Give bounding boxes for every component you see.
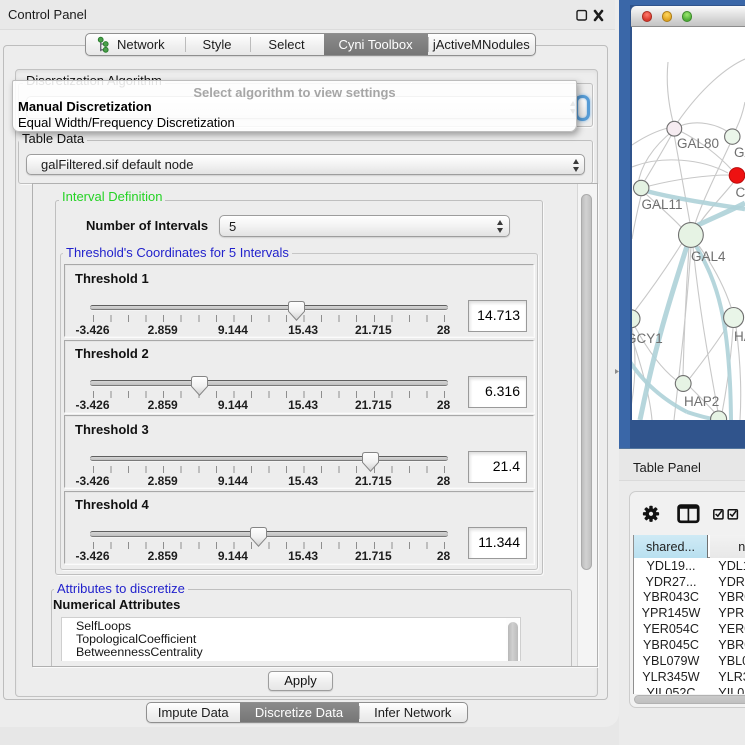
- svg-text:HA: HA: [734, 329, 745, 344]
- svg-text:HAP2: HAP2: [684, 394, 719, 409]
- svg-text:CR: CR: [736, 185, 745, 200]
- svg-text:GAL80: GAL80: [677, 136, 719, 151]
- svg-text:GA: GA: [734, 145, 745, 160]
- svg-text:GAL11: GAL11: [642, 197, 683, 212]
- svg-text:GCY1: GCY1: [632, 331, 663, 346]
- svg-text:GAL4: GAL4: [691, 249, 726, 264]
